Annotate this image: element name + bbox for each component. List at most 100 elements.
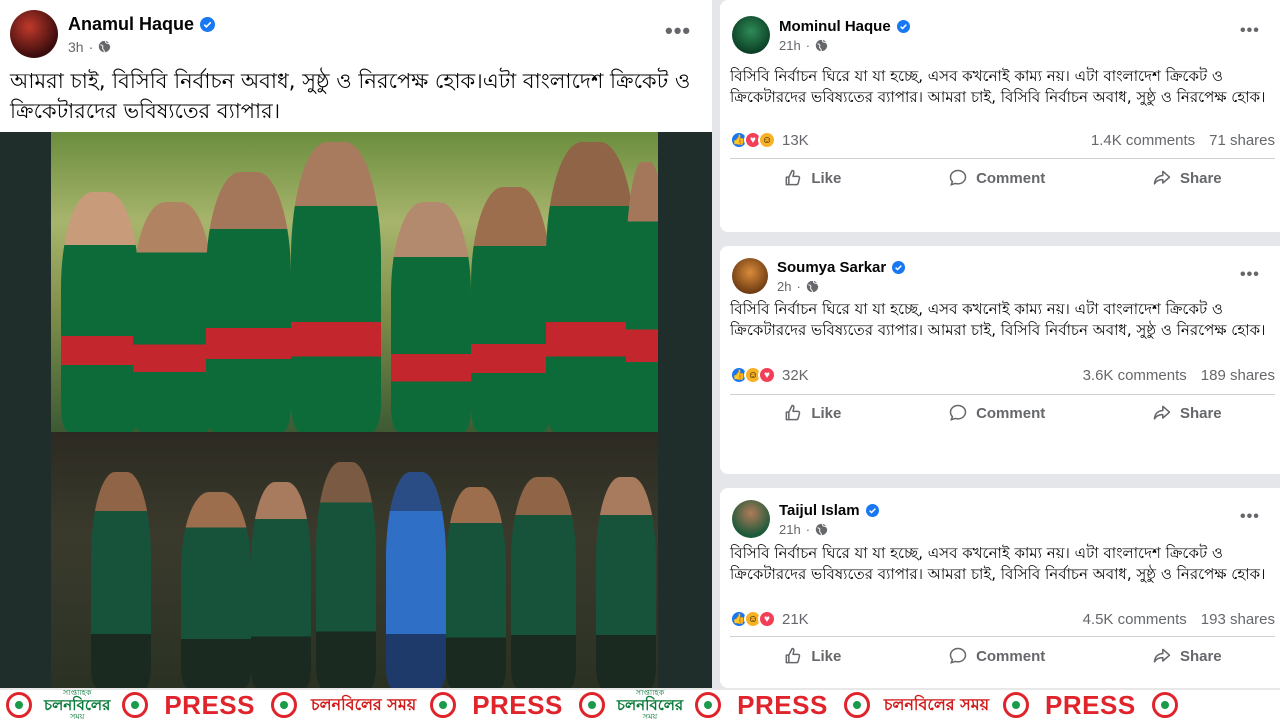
thumbs-up-icon [785, 647, 801, 664]
brand-c-icon [578, 692, 605, 718]
press-label: PRESS [472, 689, 563, 720]
author-name[interactable]: Taijul Islam [779, 502, 860, 519]
more-options-icon[interactable]: ••• [1240, 266, 1260, 284]
screenshot-canvas: Anamul Haque 3h · ••• আমরা চাই, বিসিবি ন… [0, 0, 1280, 720]
divider [730, 158, 1275, 159]
author-name[interactable]: Soumya Sarkar [777, 259, 886, 276]
verified-badge-icon [865, 503, 879, 517]
author-avatar[interactable] [732, 258, 768, 294]
comment-label: Comment [976, 647, 1046, 665]
love-reaction-icon: ♥ [758, 610, 776, 628]
right-post-column: Mominul Haque 21h · ••• বিসিবি নির্বাচন … [712, 0, 1280, 688]
brand-c-icon [6, 692, 32, 718]
post-card-header: Soumya Sarkar 2h · [732, 258, 906, 294]
globe-icon [815, 523, 828, 535]
post-header: Anamul Haque 3h · [10, 10, 216, 58]
meta-separator: · [805, 521, 811, 537]
author-name[interactable]: Mominul Haque [779, 18, 891, 35]
share-icon [1153, 170, 1171, 185]
brand-c-icon [122, 692, 149, 718]
brand-c-icon [1151, 692, 1178, 718]
comment-icon [949, 169, 967, 186]
like-label: Like [811, 647, 842, 665]
action-bar: Like Comment Share [730, 403, 1275, 423]
post-card-mominul: Mominul Haque 21h · ••• বিসিবি নির্বাচন … [720, 0, 1280, 232]
post-card-taijul: Taijul Islam 21h · ••• বিসিবি নির্বাচন ঘ… [720, 488, 1280, 688]
globe-icon [815, 39, 828, 51]
post-photo-frame[interactable] [0, 132, 712, 688]
verified-badge-icon [892, 260, 906, 274]
brand-c-icon [270, 692, 297, 718]
press-banner: সাপ্তাহিক চলনবিলের সময় PRESS চলনবিলের স… [0, 688, 1280, 720]
post-card-header: Mominul Haque 21h · [732, 16, 910, 54]
post-time[interactable]: 2h [777, 279, 791, 294]
post-text: বিসিবি নির্বাচন ঘিরে যা যা হচ্ছে, এসব কখ… [730, 300, 1266, 339]
brand-logo-small: সাপ্তাহিক চলনবিলের সময় [616, 688, 684, 720]
meta-separator: · [796, 278, 801, 294]
share-button[interactable]: Share [1152, 646, 1222, 666]
share-count[interactable]: 71 shares [1209, 132, 1275, 149]
meta-separator: · [805, 37, 811, 53]
comment-count[interactable]: 3.6K comments [1083, 367, 1187, 384]
action-bar: Like Comment Share [730, 168, 1275, 188]
comment-count[interactable]: 4.5K comments [1083, 611, 1187, 628]
comment-label: Comment [976, 404, 1046, 422]
post-time[interactable]: 21h [779, 522, 801, 537]
author-avatar[interactable] [732, 16, 770, 54]
share-icon [1153, 648, 1171, 663]
reactions-bar: 👍 ☺ ♥ 21K 4.5K comments 193 shares [730, 610, 1275, 628]
press-label: PRESS [1045, 689, 1136, 720]
press-label: PRESS [737, 689, 828, 720]
post-time[interactable]: 21h [779, 38, 801, 53]
comment-count[interactable]: 1.4K comments [1091, 132, 1195, 149]
share-label: Share [1179, 647, 1222, 665]
thumbs-up-icon [785, 169, 801, 186]
verified-badge-icon [200, 16, 216, 32]
globe-icon [806, 280, 819, 292]
like-label: Like [811, 169, 842, 187]
share-icon [1153, 405, 1171, 420]
divider [730, 636, 1275, 637]
more-options-icon[interactable]: ••• [1240, 22, 1260, 40]
like-button[interactable]: Like [783, 646, 841, 666]
reaction-count[interactable]: 32K [782, 367, 809, 384]
like-button[interactable]: Like [783, 168, 841, 188]
author-avatar[interactable] [732, 500, 770, 538]
main-post: Anamul Haque 3h · ••• আমরা চাই, বিসিবি ন… [0, 0, 712, 688]
share-button[interactable]: Share [1152, 403, 1222, 423]
reaction-count[interactable]: 13K [782, 132, 809, 149]
photo-anthem-lineup [51, 132, 658, 432]
brand-c-icon [843, 692, 870, 718]
reaction-count[interactable]: 21K [782, 611, 809, 628]
more-options-icon[interactable]: ••• [665, 18, 691, 44]
share-label: Share [1179, 169, 1222, 187]
haha-reaction-icon: ☺ [758, 131, 776, 149]
brand-logo-small: সাপ্তাহিক চলনবিলের সময় [44, 688, 111, 720]
post-text: বিসিবি নির্বাচন ঘিরে যা যা হচ্ছে, এসব কখ… [730, 67, 1266, 106]
divider [730, 394, 1275, 395]
post-text: বিসিবি নির্বাচন ঘিরে যা যা হচ্ছে, এসব কখ… [730, 544, 1266, 583]
photo-celebration [51, 432, 658, 688]
team-photo[interactable] [51, 132, 658, 688]
share-button[interactable]: Share [1152, 168, 1222, 188]
brand-logo-large: চলনবিলের সময় [883, 694, 990, 714]
more-options-icon[interactable]: ••• [1240, 508, 1260, 526]
comment-button[interactable]: Comment [948, 646, 1045, 666]
action-bar: Like Comment Share [730, 646, 1275, 666]
post-time[interactable]: 3h [68, 39, 84, 55]
post-card-header: Taijul Islam 21h · [732, 500, 879, 538]
comment-button[interactable]: Comment [948, 403, 1045, 423]
like-button[interactable]: Like [783, 403, 841, 423]
love-reaction-icon: ♥ [758, 366, 776, 384]
brand-c-icon [695, 692, 722, 718]
author-name[interactable]: Anamul Haque [68, 14, 194, 35]
comment-label: Comment [976, 169, 1046, 187]
author-avatar[interactable] [10, 10, 58, 58]
like-label: Like [811, 404, 842, 422]
comment-button[interactable]: Comment [948, 168, 1045, 188]
share-count[interactable]: 189 shares [1201, 367, 1275, 384]
post-card-soumya: Soumya Sarkar 2h · ••• বিসিবি নির্বাচন ঘ… [720, 246, 1280, 474]
brand-logo-large: চলনবিলের সময় [310, 694, 417, 714]
share-count[interactable]: 193 shares [1201, 611, 1275, 628]
globe-icon [99, 40, 111, 53]
